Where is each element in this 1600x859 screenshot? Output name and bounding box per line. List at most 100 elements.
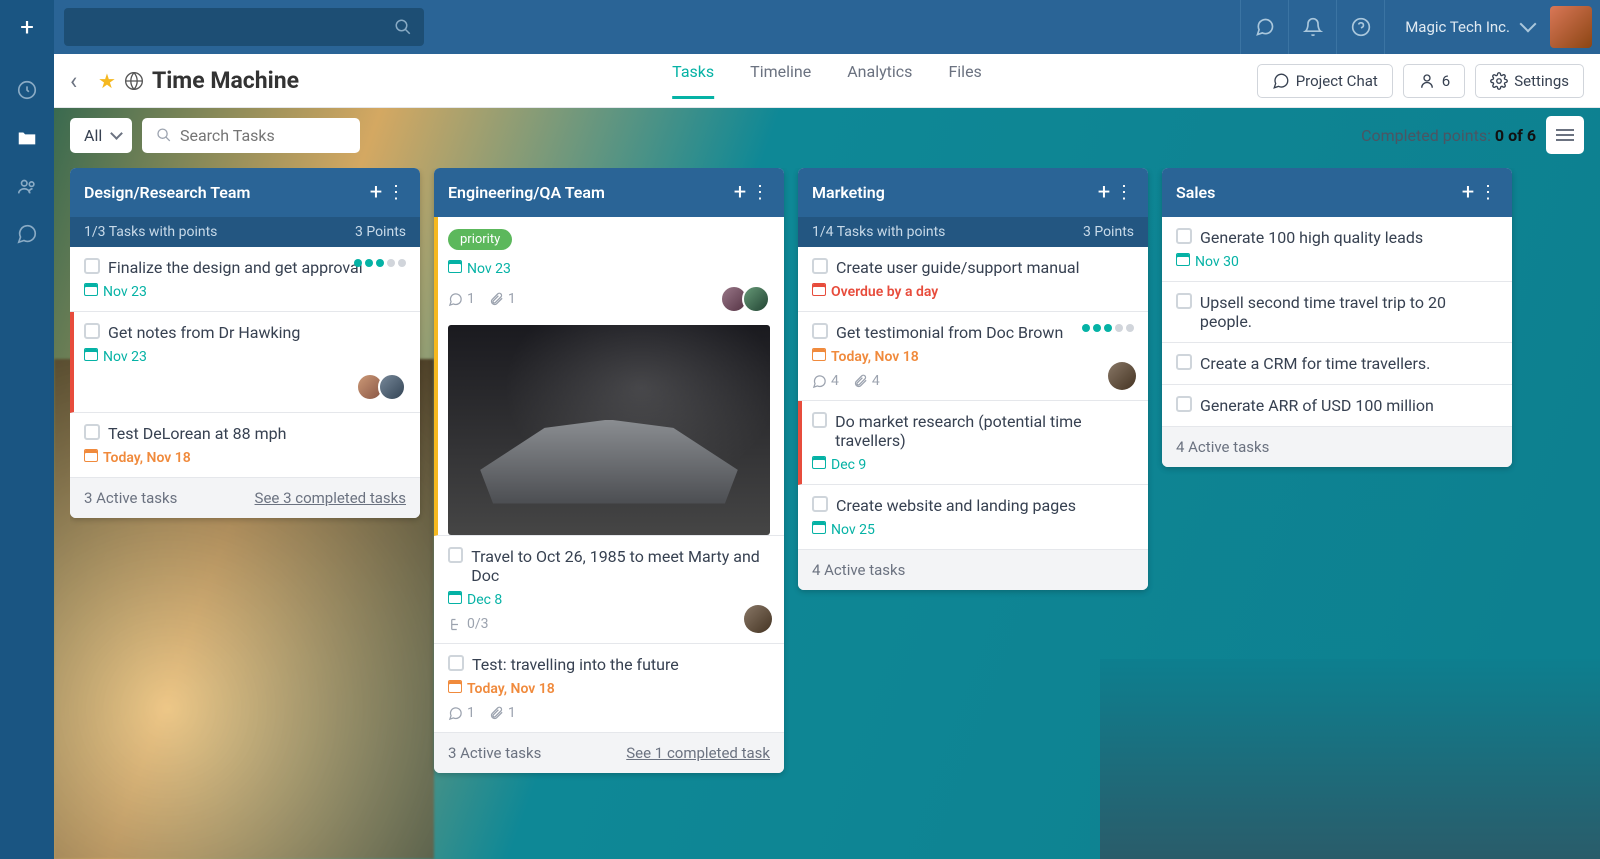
project-header: ‹ ★ Time Machine Tasks Timeline Analytic… — [54, 54, 1600, 108]
help-icon[interactable] — [1336, 0, 1384, 54]
task-checkbox[interactable] — [84, 258, 100, 274]
task-checkbox[interactable] — [1176, 293, 1192, 309]
tab-timeline[interactable]: Timeline — [750, 62, 811, 99]
progress-dots — [354, 259, 406, 267]
task-checkbox[interactable] — [84, 424, 100, 440]
task-date: Nov 23 — [84, 283, 406, 300]
calendar-icon — [448, 680, 462, 697]
calendar-icon — [812, 521, 826, 538]
task-checkbox[interactable] — [1176, 396, 1192, 412]
board-menu-button[interactable] — [1546, 116, 1584, 154]
notifications-icon[interactable] — [1288, 0, 1336, 54]
task-overdue: Overdue by a day — [812, 283, 1134, 300]
column-menu-button[interactable]: ⋮ — [750, 182, 770, 203]
task-checkbox[interactable] — [448, 547, 463, 563]
menu-icon — [1556, 128, 1574, 142]
task-date: Nov 23 — [84, 348, 406, 365]
column-add-button[interactable]: + — [366, 180, 386, 205]
attachments-count: 1 — [489, 705, 516, 721]
task-search-input[interactable] — [180, 126, 346, 145]
task-card[interactable]: Test DeLorean at 88 mph Today, Nov 18 — [70, 413, 420, 478]
progress-dots — [1082, 324, 1134, 332]
column-menu-button[interactable]: ⋮ — [1478, 182, 1498, 203]
topbar: + Magic Tech Inc. — [0, 0, 1600, 54]
tab-analytics[interactable]: Analytics — [847, 62, 912, 99]
comments-count: 4 — [812, 373, 839, 389]
task-checkbox[interactable] — [84, 323, 100, 339]
tab-files[interactable]: Files — [948, 62, 981, 99]
people-count-button[interactable]: 6 — [1403, 64, 1465, 98]
task-avatar — [1108, 362, 1136, 390]
task-avatars — [362, 373, 406, 401]
user-avatar[interactable] — [1550, 6, 1592, 48]
task-checkbox[interactable] — [812, 412, 827, 428]
calendar-icon — [84, 348, 98, 365]
comments-count: 1 — [448, 705, 475, 721]
task-date: Nov 30 — [1176, 253, 1498, 270]
task-date: Dec 9 — [812, 456, 1134, 473]
column-add-button[interactable]: + — [1094, 180, 1114, 205]
task-card[interactable]: Finalize the design and get approval Nov… — [70, 247, 420, 312]
task-card[interactable]: Get testimonial from Doc Brown Today, No… — [798, 312, 1148, 401]
task-checkbox[interactable] — [1176, 228, 1192, 244]
task-date: Nov 23 — [448, 260, 770, 277]
global-search[interactable] — [64, 8, 424, 46]
completed-tasks-link[interactable]: See 3 completed tasks — [255, 489, 406, 507]
task-avatar — [744, 605, 772, 633]
column-add-button[interactable]: + — [1458, 180, 1478, 205]
rail-dashboard-icon[interactable] — [0, 66, 54, 114]
attachments-count: 1 — [489, 291, 516, 307]
rail-chat-icon[interactable] — [0, 210, 54, 258]
task-card[interactable]: priority Nov 23 1 1 — [434, 217, 784, 536]
task-card[interactable]: Generate 100 high quality leads Nov 30 — [1162, 217, 1512, 282]
calendar-icon — [84, 283, 98, 300]
back-button[interactable]: ‹ — [70, 67, 98, 95]
task-card[interactable]: Get notes from Dr Hawking Nov 23 — [70, 312, 420, 413]
search-icon — [156, 126, 172, 144]
rail-people-icon[interactable] — [0, 162, 54, 210]
star-icon[interactable]: ★ — [98, 69, 116, 93]
project-title: Time Machine — [152, 67, 299, 94]
tab-tasks[interactable]: Tasks — [672, 62, 714, 99]
task-card[interactable]: Travel to Oct 26, 1985 to meet Marty and… — [434, 536, 784, 644]
column-menu-button[interactable]: ⋮ — [386, 182, 406, 203]
column-title: Engineering/QA Team — [448, 183, 730, 202]
priority-tag: priority — [448, 229, 512, 250]
task-card[interactable]: Upsell second time travel trip to 20 peo… — [1162, 282, 1512, 343]
task-date: Dec 8 — [448, 591, 770, 608]
calendar-icon — [812, 348, 826, 365]
task-card[interactable]: Create website and landing pages Nov 25 — [798, 485, 1148, 550]
globe-icon — [124, 71, 144, 91]
org-switcher[interactable]: Magic Tech Inc. — [1384, 0, 1550, 54]
settings-button[interactable]: Settings — [1475, 64, 1584, 98]
global-add-button[interactable]: + — [0, 0, 54, 54]
column-menu-button[interactable]: ⋮ — [1114, 182, 1134, 203]
attachments-count: 4 — [853, 373, 880, 389]
task-checkbox[interactable] — [812, 496, 828, 512]
column-add-button[interactable]: + — [730, 180, 750, 205]
board-toolbar: All Completed points: 0 of 6 — [54, 108, 1600, 162]
messages-icon[interactable] — [1240, 0, 1288, 54]
task-checkbox[interactable] — [448, 655, 464, 671]
task-card[interactable]: Test: travelling into the future Today, … — [434, 644, 784, 733]
calendar-icon — [812, 456, 826, 473]
task-card[interactable]: Create a CRM for time travellers. — [1162, 343, 1512, 385]
task-checkbox[interactable] — [812, 323, 828, 339]
calendar-icon — [448, 260, 462, 277]
task-search[interactable] — [142, 118, 360, 153]
rail-projects-icon[interactable] — [0, 114, 54, 162]
filter-dropdown[interactable]: All — [70, 118, 132, 153]
calendar-icon — [84, 449, 98, 466]
subtasks-count: 0/3 — [448, 616, 489, 632]
task-card[interactable]: Create user guide/support manual Overdue… — [798, 247, 1148, 312]
task-card[interactable]: Do market research (potential time trave… — [798, 401, 1148, 485]
task-card[interactable]: Generate ARR of USD 100 million — [1162, 385, 1512, 427]
left-rail — [0, 54, 54, 859]
column-engineering: Engineering/QA Team + ⋮ priority Nov 23 … — [434, 168, 784, 773]
column-design: Design/Research Team + ⋮ 1/3 Tasks with … — [70, 168, 420, 518]
project-chat-button[interactable]: Project Chat — [1257, 64, 1393, 98]
task-checkbox[interactable] — [812, 258, 828, 274]
task-checkbox[interactable] — [1176, 354, 1192, 370]
task-avatars — [726, 285, 770, 313]
completed-tasks-link[interactable]: See 1 completed task — [626, 744, 770, 762]
